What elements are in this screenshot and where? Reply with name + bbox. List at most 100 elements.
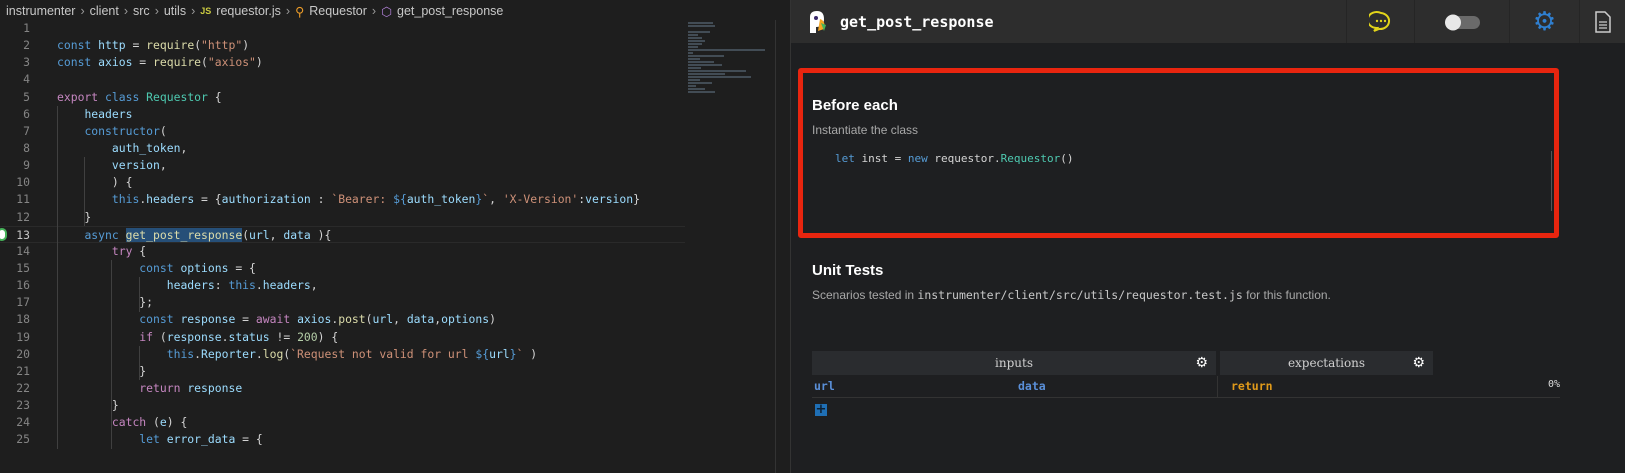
- instrumenter-gutter-icon[interactable]: [0, 227, 7, 241]
- minimap-line: [688, 73, 725, 75]
- column-divider: [1217, 376, 1218, 398]
- code-token: version: [111, 158, 160, 173]
- breadcrumb-item[interactable]: instrumenter: [6, 4, 75, 18]
- code-token: = {: [235, 432, 263, 447]
- code-line[interactable]: 16 headers: this.headers,: [0, 277, 685, 294]
- code-token: Requestor: [1000, 152, 1061, 165]
- minimap-line: [688, 58, 700, 60]
- code-token: ): [242, 38, 250, 53]
- code-token: = {: [194, 192, 222, 207]
- code-line[interactable]: 8 auth_token,: [0, 140, 685, 157]
- breadcrumb-item[interactable]: client: [90, 4, 119, 18]
- line-text: const options = {: [57, 260, 256, 277]
- line-text: }: [57, 209, 91, 226]
- toggle-switch[interactable]: [1414, 0, 1509, 43]
- breadcrumb-file[interactable]: requestor.js: [216, 4, 281, 18]
- minimap-line: [688, 64, 723, 66]
- code-token: = {: [228, 260, 256, 275]
- code-line[interactable]: 23 }: [0, 397, 685, 414]
- code-editor[interactable]: instrumenter › client › src › utils › JS req…: [0, 0, 790, 473]
- code-token: ,: [393, 312, 407, 327]
- code-token: ): [255, 55, 263, 70]
- code-line[interactable]: 15 const options = {: [0, 260, 685, 277]
- code-token: headers: [84, 106, 133, 121]
- code-token: try: [111, 243, 133, 258]
- document-button[interactable]: [1579, 0, 1625, 43]
- class-symbol-icon: ⚲: [295, 4, 305, 19]
- line-text: return response: [57, 380, 242, 397]
- add-test-button[interactable]: +: [815, 403, 827, 416]
- code-line[interactable]: 1: [0, 20, 685, 37]
- code-token: data: [283, 227, 311, 242]
- code-token: ${: [475, 346, 490, 361]
- code-line[interactable]: 25 let error_data = {: [0, 431, 685, 448]
- before-each-heading: Before each: [812, 97, 898, 114]
- comments-button[interactable]: [1346, 0, 1414, 43]
- code-token: url: [372, 312, 394, 327]
- breadcrumb-class[interactable]: Requestor: [309, 4, 367, 18]
- before-each-code[interactable]: let inst = new requestor.Requestor(): [835, 152, 1073, 165]
- line-number: 11: [16, 192, 30, 207]
- code-line[interactable]: 2 const http = require("http"): [0, 37, 685, 54]
- minimap-line: [688, 46, 698, 48]
- code-token: ${: [393, 192, 407, 207]
- minimap-line: [688, 88, 706, 90]
- code-token: data: [406, 312, 435, 327]
- breadcrumb-item[interactable]: src: [133, 4, 150, 18]
- code-token: ) {: [317, 329, 339, 344]
- code-line[interactable]: 5 export class Requestor {: [0, 89, 685, 106]
- code-line[interactable]: 3 const axios = require("axios"): [0, 54, 685, 71]
- code-line[interactable]: 13 async get_post_response(url, data ){: [0, 225, 685, 243]
- expectations-gear-icon[interactable]: ⚙: [1412, 356, 1425, 370]
- code-token: "http": [201, 38, 243, 53]
- editor-scrollbar[interactable]: [775, 20, 790, 473]
- code-token: (: [365, 312, 373, 327]
- code-line[interactable]: 6 headers: [0, 106, 685, 123]
- breadcrumb-item[interactable]: utils: [164, 4, 186, 18]
- code-line[interactable]: 12 }: [0, 209, 685, 226]
- code-token: url: [489, 346, 510, 361]
- code-line[interactable]: 11 this.headers = {authorization : `Bear…: [0, 191, 685, 208]
- code-line[interactable]: 21 }: [0, 363, 685, 380]
- code-line[interactable]: 20 this.Reporter.log(`Request not valid …: [0, 346, 685, 363]
- code-token: {: [132, 243, 147, 258]
- code-token: ,: [269, 227, 284, 242]
- code-token: return: [139, 380, 188, 395]
- code-token: axios: [98, 55, 133, 70]
- breadcrumb-method[interactable]: get_post_response: [397, 4, 503, 18]
- line-number: 7: [23, 123, 30, 138]
- settings-button[interactable]: ⚙: [1509, 0, 1579, 43]
- code-line[interactable]: 14 try {: [0, 243, 685, 260]
- code-token: headers: [262, 278, 311, 293]
- app-logo-icon: [810, 10, 826, 33]
- gear-icon: ⚙: [1532, 6, 1557, 37]
- code-line[interactable]: 7 constructor(: [0, 123, 685, 140]
- expectations-header: expectations ⚙: [1220, 351, 1433, 375]
- line-number: 22: [16, 380, 30, 395]
- code-token: :: [310, 192, 332, 207]
- code-line[interactable]: 9 version,: [0, 157, 685, 174]
- code-token: options: [180, 260, 229, 275]
- minimap[interactable]: [688, 18, 768, 118]
- code-line[interactable]: 17 };: [0, 294, 685, 311]
- code-token: .: [255, 278, 263, 293]
- code-line[interactable]: 22 return response: [0, 380, 685, 397]
- code-line[interactable]: 10 ) {: [0, 174, 685, 191]
- code-token: }: [57, 209, 92, 224]
- code-token: this: [111, 192, 140, 207]
- inputs-gear-icon[interactable]: ⚙: [1195, 356, 1208, 370]
- code-token: headers: [146, 192, 195, 207]
- code-token: .: [194, 346, 202, 361]
- code-scrollbar[interactable]: [1551, 151, 1552, 211]
- code-line[interactable]: 24 catch (e) {: [0, 414, 685, 431]
- code-line[interactable]: 4: [0, 71, 685, 88]
- code-line[interactable]: 19 if (response.status != 200) {: [0, 329, 685, 346]
- code-lines[interactable]: 1 2 const http = require("http") 3 const axi…: [0, 20, 685, 449]
- code-token: log: [262, 346, 284, 361]
- code-line[interactable]: 18 const response = await axios.post(url…: [0, 311, 685, 328]
- code-token: this: [166, 346, 195, 361]
